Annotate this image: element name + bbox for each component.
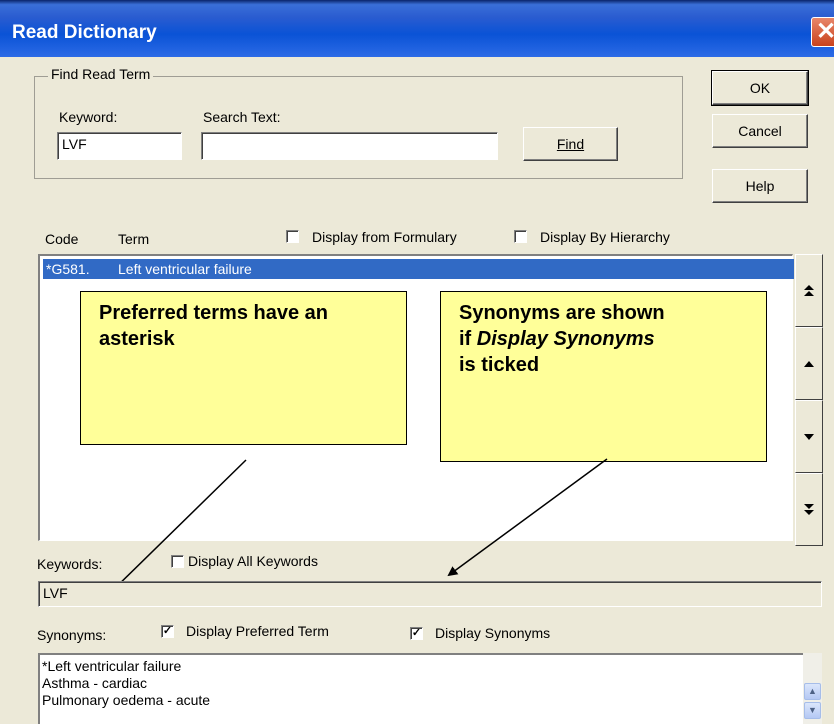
display-preferred-term-label: Display Preferred Term: [186, 623, 329, 639]
read-dictionary-dialog: Read Dictionary ✕ Find Read Term Keyword…: [0, 0, 834, 724]
synonyms-scrollbar[interactable]: ▲ ▼: [803, 653, 822, 724]
display-synonyms-checkbox[interactable]: ✓: [410, 627, 423, 640]
display-preferred-term-checkbox[interactable]: ✓: [161, 625, 174, 638]
synonyms-arrow: [447, 458, 608, 577]
scroll-down-icon[interactable]: ▼: [804, 702, 821, 719]
display-all-keywords-checkbox[interactable]: [171, 555, 184, 568]
keywords-label: Keywords:: [37, 556, 103, 572]
synonyms-label: Synonyms:: [37, 627, 107, 643]
display-all-keywords-label: Display All Keywords: [188, 553, 318, 569]
scroll-up-icon[interactable]: ▲: [804, 683, 821, 700]
preferred-arrow: [104, 459, 247, 599]
synonym-item[interactable]: *Left ventricular failure: [42, 658, 822, 675]
display-synonyms-label: Display Synonyms: [435, 625, 551, 641]
keywords-field[interactable]: LVF: [38, 581, 822, 607]
synonyms-list[interactable]: *Left ventricular failure Asthma - cardi…: [38, 653, 822, 724]
callout-arrows: [104, 458, 608, 599]
synonym-item[interactable]: Asthma - cardiac: [42, 675, 822, 692]
synonym-item[interactable]: Pulmonary oedema - acute: [42, 692, 822, 709]
